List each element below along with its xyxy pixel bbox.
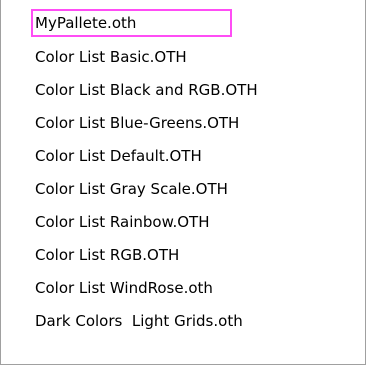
list-item[interactable]: Color List Gray Scale.OTH [35,177,228,201]
list-item[interactable]: Color List Rainbow.OTH [35,210,210,234]
list-item[interactable]: Dark Colors Light Grids.oth [35,309,243,333]
list-item[interactable]: Color List Basic.OTH [35,45,187,69]
list-item[interactable]: Color List WindRose.oth [35,276,213,300]
list-item[interactable]: Color List Blue-Greens.OTH [35,111,239,135]
palette-file-list[interactable]: MyPallete.oth Color List Basic.OTH Color… [0,0,366,365]
list-item[interactable]: Color List Default.OTH [35,144,202,168]
list-item[interactable]: Color List Black and RGB.OTH [35,78,258,102]
list-item-mypallete[interactable]: MyPallete.oth [31,9,232,37]
list-item[interactable]: Color List RGB.OTH [35,243,179,267]
